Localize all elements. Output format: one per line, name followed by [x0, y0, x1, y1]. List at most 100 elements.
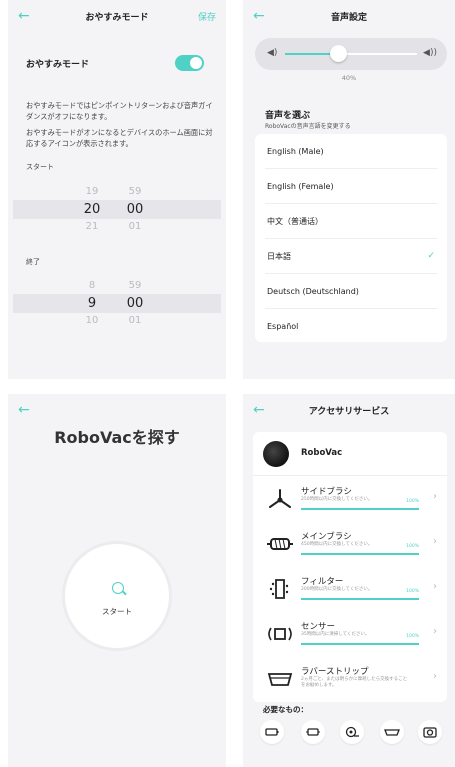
start-picker-selection [13, 200, 221, 219]
accessory-life-bar [301, 598, 419, 600]
start-hour-next[interactable]: 21 [77, 221, 107, 232]
find-robovac-screen: ← RoboVacを探す スタート [8, 394, 226, 767]
accessory-item-rubber-strip[interactable]: ラバーストリップ 2ヵ月ごと、または明らかに摩耗したら交換することをお勧めします… [253, 658, 447, 703]
chevron-right-icon: › [433, 671, 437, 682]
volume-handle[interactable] [329, 45, 347, 62]
end-min-prev[interactable]: 59 [120, 280, 150, 291]
volume-percent: 40% [341, 74, 357, 82]
language-label: Deutsch (Deutschland) [267, 287, 359, 296]
side-brush-icon [269, 489, 291, 508]
main-brush-icon[interactable] [301, 720, 325, 744]
language-label: English (Female) [267, 182, 334, 191]
accessory-name: フィルター [301, 577, 344, 587]
rubber-strip-icon[interactable] [380, 720, 404, 744]
save-button[interactable]: 保存 [198, 10, 216, 23]
accessory-note: 35時間以内に清掃してください。 [301, 632, 370, 637]
dnd-description-2: おやすみモードがオンになるとデバイスのホーム画面に対応するアイコンが表示されます… [26, 128, 213, 148]
device-name: RoboVac [301, 448, 343, 458]
language-option[interactable]: Deutsch (Deutschland) [265, 274, 437, 309]
dnd-description-1: おやすみモードではピンポイントリターンおよび音声ガイダンスがオフになります。 [26, 101, 213, 121]
accessory-item-filter[interactable]: フィルター 200時間以内に交換してください。 100% › [253, 568, 447, 613]
page-title: RoboVacを探す [54, 428, 180, 447]
main-brush-icon [267, 538, 293, 550]
accessory-item-sensor[interactable]: センサー 35時間以内に清掃してください。 100% › [253, 613, 447, 658]
start-hour-prev[interactable]: 19 [77, 186, 107, 197]
accessory-name: メインブラシ [301, 532, 352, 542]
page-title: アクセサリサービス [308, 407, 390, 417]
accessory-life-bar [301, 643, 419, 645]
accessory-note: 450時間以内に交換してください。 [301, 542, 373, 547]
accessory-name: ラバーストリップ [301, 667, 369, 677]
start-hour[interactable]: 20 [77, 202, 107, 217]
needed-items-label: 必要なもの： [263, 705, 308, 714]
end-section-label: 終了 [26, 258, 40, 266]
end-picker-selection [13, 294, 221, 313]
accessory-percent: 100% [406, 544, 419, 549]
accessory-percent: 100% [406, 634, 419, 639]
accessory-item-main-brush[interactable]: メインブラシ 450時間以内に交換してください。 100% › [253, 523, 447, 568]
dnd-toggle[interactable] [175, 55, 204, 71]
chevron-right-icon: › [433, 626, 437, 637]
language-option[interactable]: 日本語 ✓ [265, 239, 437, 274]
page-title: 音声設定 [330, 13, 367, 23]
filter-icon [269, 579, 289, 599]
robovac-image [263, 441, 289, 467]
language-option[interactable]: English (Male) [265, 134, 437, 169]
accessory-note: 200時間以内に交換してください。 [301, 587, 373, 592]
accessory-percent: 100% [406, 499, 419, 504]
accessory-list: RoboVac サイドブラシ 250時間以内に交換してください。 100% › … [253, 432, 447, 702]
end-hour[interactable]: 9 [77, 296, 107, 311]
toggle-knob [190, 57, 202, 69]
accessory-life-bar [301, 553, 419, 555]
language-label: English (Male) [267, 147, 324, 156]
dnd-screen: ← おやすみモード 保存 おやすみモード おやすみモードではピンポイントリターン… [8, 0, 226, 379]
chevron-right-icon: › [433, 491, 437, 502]
voice-section-sub: RoboVacの音声言語を変更する [265, 123, 351, 130]
roller-icon[interactable] [340, 720, 364, 744]
start-min[interactable]: 00 [120, 202, 150, 217]
accessory-name: センサー [301, 622, 336, 632]
sensor-icon [268, 627, 292, 641]
end-min[interactable]: 00 [120, 296, 150, 311]
accessory-life-bar [301, 508, 419, 510]
language-option[interactable]: English (Female) [265, 169, 437, 204]
start-min-next[interactable]: 01 [120, 221, 150, 232]
chevron-right-icon: › [433, 536, 437, 547]
battery-icon[interactable] [260, 720, 284, 744]
speaker-high-icon: ◀)) [423, 48, 437, 58]
page-title: おやすみモード [85, 13, 149, 23]
dnd-toggle-row: おやすみモード [8, 40, 226, 84]
end-min-next[interactable]: 01 [120, 315, 150, 326]
start-section-label: スタート [26, 163, 54, 171]
voice-settings-screen: ← 音声設定 ◀) ◀)) 40% 音声を選ぶ RoboVacの音声言語を変更す… [243, 0, 455, 379]
rubber-strip-icon [267, 673, 293, 686]
speaker-low-icon: ◀) [267, 48, 278, 58]
find-start-button[interactable]: スタート [62, 541, 172, 651]
dnd-label: おやすみモード [26, 60, 90, 70]
volume-slider[interactable]: ◀) ◀)) [255, 38, 447, 70]
start-min-prev[interactable]: 59 [120, 186, 150, 197]
language-option[interactable]: 中文（普通话） [265, 204, 437, 239]
voice-section-heading: 音声を選ぶ [265, 111, 311, 121]
device-row: RoboVac [253, 432, 447, 476]
accessory-item-side-brush[interactable]: サイドブラシ 250時間以内に交換してください。 100% › [253, 478, 447, 523]
language-label: 中文（普通话） [267, 217, 323, 226]
end-hour-next[interactable]: 10 [77, 315, 107, 326]
back-arrow-icon[interactable]: ← [18, 402, 30, 418]
accessory-note: 250時間以内に交換してください。 [301, 497, 373, 502]
end-hour-prev[interactable]: 8 [77, 280, 107, 291]
language-label: 日本語 [267, 252, 291, 261]
language-list: English (Male) English (Female) 中文（普通话） … [255, 134, 447, 342]
accessory-percent: 100% [406, 589, 419, 594]
accessory-service-screen: ← アクセサリサービス RoboVac サイドブラシ 250時間以内に交換してく… [243, 394, 455, 767]
search-icon [112, 582, 124, 594]
find-start-label: スタート [102, 607, 132, 616]
chevron-right-icon: › [433, 581, 437, 592]
language-option[interactable]: Español [265, 309, 437, 344]
accessory-note: 2ヵ月ごと、または明らかに摩耗したら交換することをお勧めします。 [301, 677, 408, 688]
language-label: Español [267, 322, 299, 331]
camera-sensor-icon[interactable] [418, 720, 442, 744]
accessory-name: サイドブラシ [301, 487, 352, 497]
volume-track[interactable] [285, 45, 417, 62]
checkmark-icon: ✓ [427, 251, 435, 261]
